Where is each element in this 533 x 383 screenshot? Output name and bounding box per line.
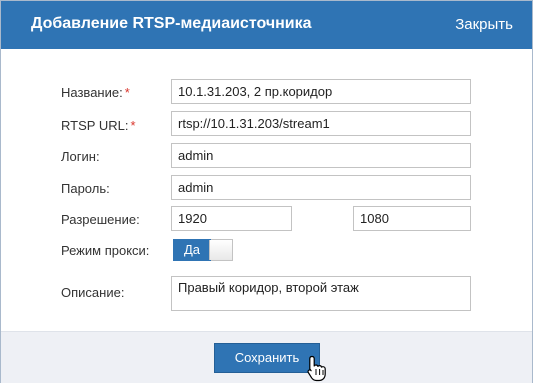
- rtsp-url-input[interactable]: rtsp://10.1.31.203/stream1: [171, 111, 471, 136]
- required-marker: *: [124, 85, 130, 100]
- login-label: Логин:: [61, 149, 100, 164]
- hand-pointer-icon: [307, 355, 326, 382]
- name-input[interactable]: 10.1.31.203, 2 пр.коридор: [171, 79, 471, 104]
- name-label: Название: *: [61, 85, 130, 100]
- dialog-title: Добавление RTSP-медиаисточника: [31, 15, 312, 32]
- proxy-mode-label: Режим прокси:: [61, 243, 150, 258]
- add-rtsp-source-dialog: Добавление RTSP-медиаисточника Закрыть Н…: [0, 0, 533, 383]
- login-input[interactable]: admin: [171, 143, 471, 168]
- description-textarea[interactable]: Правый коридор, второй этаж: [171, 276, 471, 311]
- password-input[interactable]: admin: [171, 175, 471, 200]
- required-marker: *: [130, 118, 136, 133]
- description-label: Описание:: [61, 285, 125, 300]
- rtsp-url-label-text: RTSP URL:: [61, 118, 129, 133]
- toggle-on-text: Да: [173, 239, 211, 261]
- proxy-mode-toggle[interactable]: Да: [173, 239, 233, 261]
- password-label: Пароль:: [61, 181, 110, 196]
- resolution-height-input[interactable]: 1080: [353, 206, 471, 231]
- dialog-header: Добавление RTSP-медиаисточника Закрыть: [1, 1, 532, 49]
- resolution-label: Разрешение:: [61, 212, 140, 227]
- resolution-width-input[interactable]: 1920: [171, 206, 292, 231]
- name-label-text: Название:: [61, 85, 123, 100]
- save-button[interactable]: Сохранить: [214, 343, 320, 373]
- toggle-knob: [209, 240, 232, 260]
- rtsp-url-label: RTSP URL: *: [61, 118, 136, 133]
- close-button[interactable]: Закрыть: [455, 16, 513, 33]
